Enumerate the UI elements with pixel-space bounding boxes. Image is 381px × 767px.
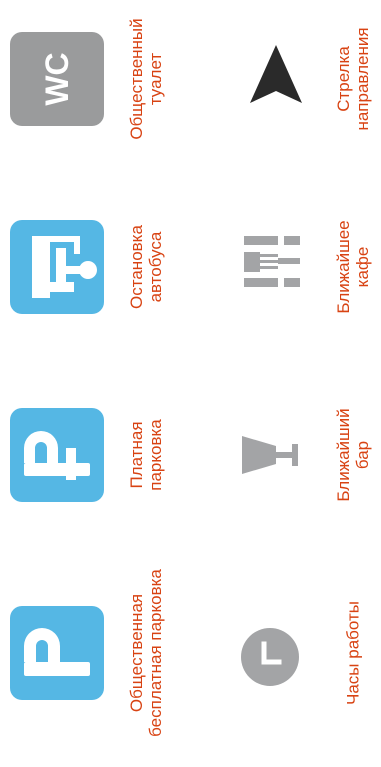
arrow-label: Стрелка направления xyxy=(334,27,372,131)
toilet-label: Общественный туалет xyxy=(127,18,165,140)
bus-stop-label: Остановка автобуса xyxy=(127,225,165,309)
clock-icon xyxy=(235,622,305,692)
paid-parking-label: Платная парковка xyxy=(127,419,165,491)
cafe-label: Ближайшее кафе xyxy=(334,220,372,314)
map-legend: WC Общественная бесплатная парковка Плат… xyxy=(0,0,381,767)
bus-stop-icon xyxy=(10,220,104,314)
direction-arrow-icon xyxy=(236,44,306,114)
wc-icon: WC xyxy=(10,32,104,126)
paid-parking-ruble-icon xyxy=(10,408,104,502)
bar-label: Ближайший бар xyxy=(334,408,372,502)
free-parking-icon xyxy=(10,606,104,700)
hours-label: Часы работы xyxy=(343,601,363,705)
svg-text:WC: WC xyxy=(39,52,75,105)
cocktail-glass-icon xyxy=(236,420,306,490)
fork-knife-icon xyxy=(238,226,308,296)
free-parking-label: Общественная бесплатная парковка xyxy=(127,569,165,737)
